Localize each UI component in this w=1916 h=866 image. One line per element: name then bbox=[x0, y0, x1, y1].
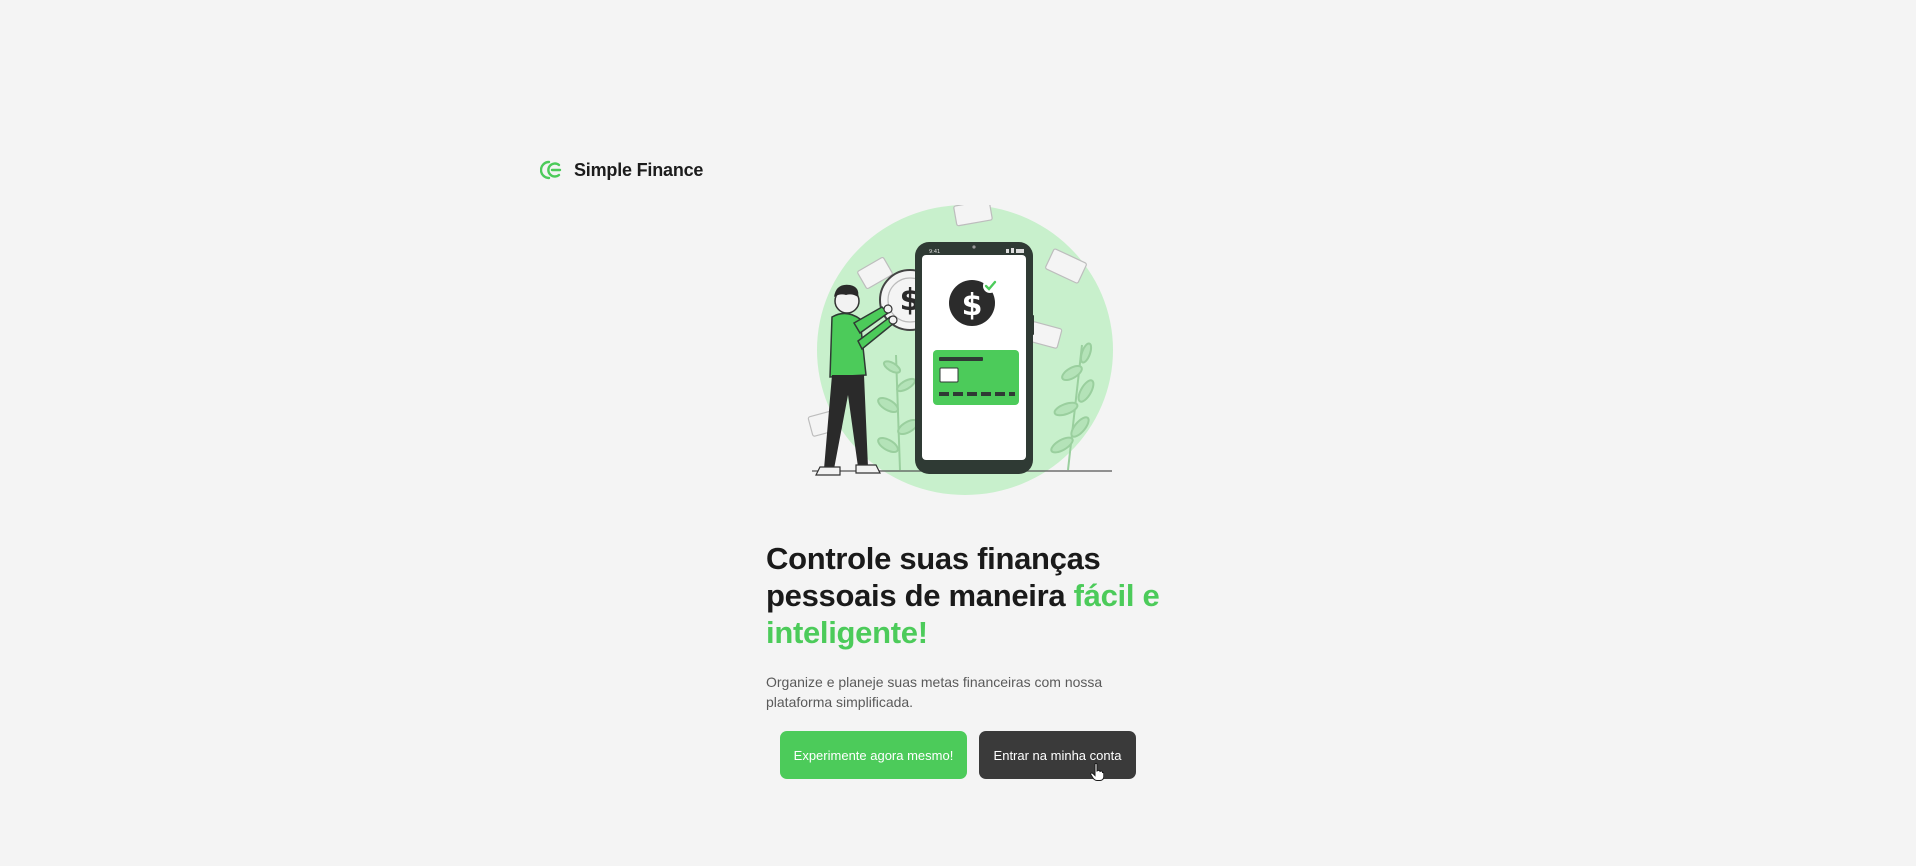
landing-page: Simple Finance $ 9:41 $ Controle suas fi… bbox=[0, 0, 1916, 866]
hero-subtitle: Organize e planeje suas metas financeira… bbox=[766, 674, 1103, 710]
simple-finance-logo-icon bbox=[540, 160, 562, 180]
person-with-phone-money-illustration: $ 9:41 $ bbox=[807, 205, 1113, 495]
try-now-button[interactable]: Experimente agora mesmo! bbox=[780, 731, 967, 779]
phone-device: 9:41 $ bbox=[915, 242, 1034, 474]
hand-pointer-icon bbox=[1090, 763, 1104, 781]
hero-headline: Controle suas finanças pessoais de manei… bbox=[766, 540, 1166, 651]
headline-text: Controle suas finanças pessoais de manei… bbox=[766, 541, 1101, 613]
login-button[interactable]: Entrar na minha conta bbox=[979, 731, 1136, 779]
phone-status-time: 9:41 bbox=[929, 249, 940, 255]
brand-name: Simple Finance bbox=[574, 159, 704, 180]
svg-text:$: $ bbox=[962, 288, 983, 323]
brand-header[interactable]: Simple Finance bbox=[540, 158, 703, 182]
